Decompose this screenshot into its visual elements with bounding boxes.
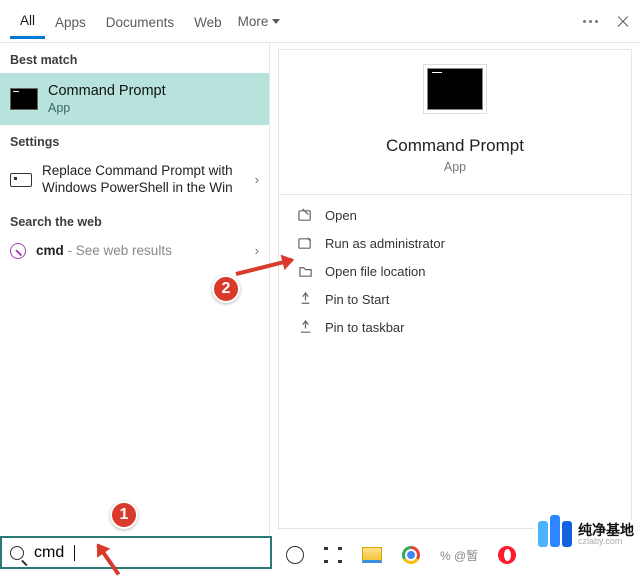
annotation-badge-2: 2 — [212, 275, 240, 303]
search-filter-tabs: All Apps Documents Web More — [0, 0, 640, 43]
best-match-item[interactable]: Command Prompt App — [0, 73, 269, 125]
annotation-badge-1: 1 — [110, 501, 138, 529]
folder-icon — [297, 263, 313, 279]
watermark: 纯净基地 czlaby.com — [534, 519, 638, 549]
action-label: Run as administrator — [325, 236, 445, 251]
divider — [279, 194, 631, 195]
watermark-logo-icon — [538, 521, 572, 547]
web-dash: - — [64, 243, 76, 258]
section-search-web: Search the web — [0, 205, 269, 235]
watermark-title: 纯净基地 — [578, 523, 634, 537]
action-open[interactable]: Open — [279, 201, 631, 229]
tab-all[interactable]: All — [10, 3, 45, 39]
section-best-match: Best match — [0, 43, 269, 73]
task-view-icon[interactable] — [324, 547, 342, 563]
open-icon — [297, 207, 313, 223]
close-icon[interactable] — [616, 15, 630, 29]
pin-icon — [297, 291, 313, 307]
detail-title: Command Prompt — [279, 136, 631, 156]
web-tail: See web results — [76, 243, 172, 258]
tab-documents[interactable]: Documents — [96, 5, 184, 38]
web-result-item[interactable]: cmd - See web results › — [0, 235, 269, 267]
action-open-file-location[interactable]: Open file location — [279, 257, 631, 285]
detail-subtitle: App — [279, 160, 631, 174]
action-pin-to-start[interactable]: Pin to Start — [279, 285, 631, 313]
action-run-as-administrator[interactable]: Run as administrator — [279, 229, 631, 257]
start-menu-search-bar[interactable]: cmd — [0, 536, 272, 569]
baidu-ime-icon[interactable]: % @暂 — [440, 547, 478, 564]
search-value: cmd — [34, 544, 64, 562]
tab-more-label: More — [238, 14, 269, 29]
more-options-icon[interactable] — [583, 20, 598, 23]
search-icon — [10, 243, 26, 259]
action-pin-to-taskbar[interactable]: Pin to taskbar — [279, 313, 631, 341]
pin-icon — [297, 319, 313, 335]
command-prompt-icon — [10, 88, 38, 110]
cortana-icon[interactable] — [286, 546, 304, 564]
chrome-icon[interactable] — [402, 546, 420, 564]
detail-pane: Command Prompt App Open Run as administr… — [270, 43, 640, 536]
settings-result-item[interactable]: Replace Command Prompt with Windows Powe… — [0, 155, 269, 205]
search-icon — [10, 546, 24, 560]
section-settings: Settings — [0, 125, 269, 155]
command-prompt-icon — [427, 68, 483, 110]
watermark-url: czlaby.com — [578, 537, 634, 546]
best-match-title: Command Prompt — [48, 83, 166, 99]
tab-web[interactable]: Web — [184, 5, 232, 38]
tab-apps[interactable]: Apps — [45, 5, 96, 38]
action-label: Pin to taskbar — [325, 320, 405, 335]
web-term: cmd — [36, 243, 64, 258]
chevron-down-icon — [272, 19, 280, 24]
text-caret — [74, 545, 75, 561]
settings-item-text: Replace Command Prompt with Windows Powe… — [42, 163, 245, 197]
search-results-area: Best match Command Prompt App Settings R… — [0, 43, 640, 536]
tab-more-dropdown[interactable]: More — [232, 4, 287, 39]
terminal-icon — [10, 173, 32, 187]
action-label: Open — [325, 208, 357, 223]
action-label: Pin to Start — [325, 292, 389, 307]
best-match-subtitle: App — [48, 101, 166, 115]
opera-icon[interactable] — [498, 546, 516, 564]
chevron-right-icon: › — [255, 172, 259, 187]
shield-icon — [297, 235, 313, 251]
action-label: Open file location — [325, 264, 425, 279]
chevron-right-icon: › — [255, 243, 259, 258]
file-explorer-icon[interactable] — [362, 547, 382, 563]
